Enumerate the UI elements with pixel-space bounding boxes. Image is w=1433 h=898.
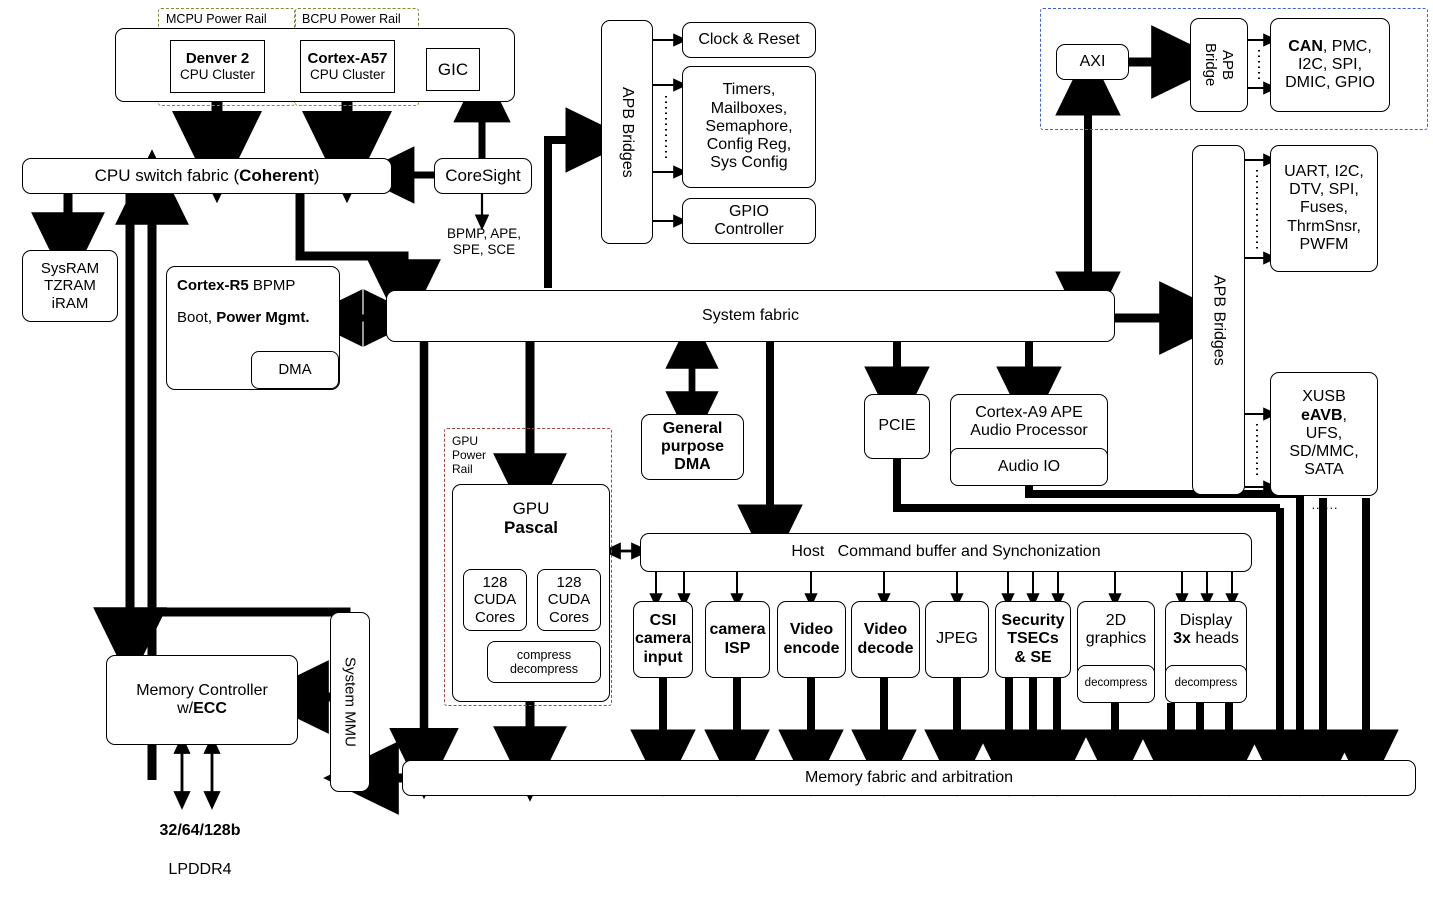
bpmp-dma-label: DMA [278,361,312,379]
video-decode-label: Video decode [857,621,914,657]
security-tsecs-se-block[interactable]: Security TSECs & SE [995,601,1071,678]
axi-block[interactable]: AXI [1056,44,1129,80]
audio-io-label: Audio IO [997,457,1061,475]
ape-audio-processor-block[interactable]: Cortex-A9 APE Audio Processor Audio IO [950,394,1108,486]
uart-io-block[interactable]: UART, I2C, DTV, SPI, Fuses, ThrmSnsr, PW… [1270,145,1378,272]
clock-and-reset-label: Clock & Reset [698,30,800,48]
bpmp-function: Boot, Power Mgmt. [177,309,310,326]
system-fabric[interactable]: System fabric [386,290,1115,342]
pcie-label: PCIE [878,417,916,435]
memory-fabric-label: Memory fabric and arbitration [804,768,1014,786]
apb-bridges-right-label: APB Bridges [1210,274,1228,366]
video-decode-block[interactable]: Video decode [851,601,920,678]
denver2-cpu-cluster[interactable]: Denver 2 CPU Cluster [170,40,265,93]
timers-mailboxes-block[interactable]: Timers, Mailboxes, Semaphore, Config Reg… [682,66,816,188]
cuda-cores-label-a: 128 CUDA Cores [473,574,517,626]
camera-isp-label: camera ISP [709,621,766,657]
gpio-controller-block[interactable]: GPIO Controller [682,198,816,244]
can-peripherals-block[interactable]: CAN, PMC, I2C, SPI, DMIC, GPIO [1270,18,1390,112]
host-command-buffer-block[interactable]: Host Command buffer and Synchonization [640,533,1252,572]
gpu-power-rail-label: GPU Power Rail [452,434,487,477]
memory-fabric-block[interactable]: Memory fabric and arbitration [402,760,1416,796]
coresight-label: CoreSight [445,166,521,186]
bcpu-power-rail-label: BCPU Power Rail [302,12,401,26]
general-purpose-dma-block[interactable]: General purpose DMA [641,414,744,480]
cortex-a57-cpu-cluster[interactable]: Cortex-A57 CPU Cluster [300,40,395,93]
uart-io-label: UART, I2C, DTV, SPI, Fuses, ThrmSnsr, PW… [1284,162,1364,253]
lpddr4-width: 32/64/128b [159,822,241,840]
denver2-title: Denver 2 [185,50,250,68]
lpddr4-label: 32/64/128b LPDDR4 [130,802,270,898]
gpu-title: GPU Pascal [453,499,609,538]
denver2-subtitle: CPU Cluster [179,67,255,83]
cpu-switch-fabric-label: CPU switch fabric (Coherent) [94,166,320,186]
coresight-block[interactable]: CoreSight [434,158,532,194]
gic-label: GIC [437,59,469,79]
gpu-title-line1: GPU [512,499,550,518]
host-command-buffer-label: Host Command buffer and Synchonization [791,543,1101,561]
pcie-block[interactable]: PCIE [864,394,930,459]
xusb-storage-label: XUSB eAVB, UFS, SD/MMC, SATA [1289,388,1359,479]
security-tsecs-se-label: Security TSECs & SE [1001,612,1065,666]
cortex-a57-subtitle: CPU Cluster [309,67,385,83]
cuda-cores-block-b[interactable]: 128 CUDA Cores [537,569,601,631]
system-fabric-label: System fabric [702,306,799,324]
video-encode-block[interactable]: Video encode [777,601,846,678]
memory-controller-block[interactable]: Memory Controller w/ECC [106,655,298,745]
apb-bridges-left-label: APB Bridges [619,86,637,178]
csi-camera-input-label: CSI camera input [634,612,692,666]
memory-controller-ecc: w/ECC [177,700,227,717]
bpmp-dma-block[interactable]: DMA [251,351,339,389]
2d-graphics-label: 2D graphics [1085,612,1147,648]
system-mmu-label: System MMU [341,657,359,747]
audio-io-block[interactable]: Audio IO [950,448,1108,486]
display-heads-block[interactable]: Display 3x heads decompress [1165,601,1247,703]
sysram-block[interactable]: SysRAM TZRAM iRAM [22,250,118,322]
can-peripherals-label: CAN, PMC, I2C, SPI, DMIC, GPIO [1285,37,1375,92]
display-decompress-block[interactable]: decompress [1165,665,1247,703]
memory-controller-title: Memory Controller [136,681,268,699]
jpeg-label: JPEG [936,630,978,648]
apb-bridge-label: APB Bridge [1202,43,1237,87]
cuda-cores-block-a[interactable]: 128 CUDA Cores [463,569,527,631]
timers-mailboxes-label: Timers, Mailboxes, Semaphore, Config Reg… [705,81,793,172]
display-decompress-label: decompress [1174,677,1238,690]
coresight-clients-label: BPMP, APE, SPE, SCE [446,226,522,258]
general-purpose-dma-label: General purpose DMA [660,419,725,474]
video-encode-label: Video encode [783,621,840,657]
jpeg-block[interactable]: JPEG [925,601,989,678]
camera-isp-block[interactable]: camera ISP [705,601,770,678]
gic-block[interactable]: GIC [426,48,480,91]
cpu-switch-fabric[interactable]: CPU switch fabric (Coherent) [22,158,392,194]
apb-bridges-left[interactable]: APB Bridges [601,20,653,244]
bpmp-title: Cortex-R5 BPMP [177,277,296,294]
gpu-compress-block[interactable]: compress decompress [487,641,601,683]
system-mmu-block[interactable]: System MMU [330,612,370,792]
axi-label: AXI [1079,52,1106,70]
storage-ellipsis: ...... [1311,498,1339,512]
mcpu-power-rail-label: MCPU Power Rail [166,12,267,26]
apb-bridge-block[interactable]: APB Bridge [1190,18,1248,112]
sysram-label: SysRAM TZRAM iRAM [40,260,100,312]
cortex-a57-title: Cortex-A57 [307,50,388,68]
2d-graphics-decompress-block[interactable]: decompress [1077,665,1155,703]
gpio-controller-label: GPIO Controller [714,202,784,238]
ape-title: Cortex-A9 APE Audio Processor [970,404,1088,440]
gpu-title-line2: Pascal [504,518,558,538]
clock-and-reset-block[interactable]: Clock & Reset [682,22,816,58]
2d-graphics-decompress-label: decompress [1084,677,1148,690]
xusb-storage-block[interactable]: XUSB eAVB, UFS, SD/MMC, SATA [1270,372,1378,496]
csi-camera-input-block[interactable]: CSI camera input [633,601,693,678]
gpu-pascal-block[interactable]: GPU Pascal 128 CUDA Cores 128 CUDA Cores… [452,484,610,702]
display-heads-label: Display 3x heads [1173,612,1239,648]
lpddr4-type: LPDDR4 [168,860,232,878]
cuda-cores-label-b: 128 CUDA Cores [547,574,591,626]
2d-graphics-block[interactable]: 2D graphics decompress [1077,601,1155,703]
gpu-compress-label: compress decompress [509,647,579,676]
bpmp-block[interactable]: Cortex-R5 BPMP Boot, Power Mgmt. DMA [166,266,340,390]
apb-bridges-right[interactable]: APB Bridges [1192,145,1245,495]
